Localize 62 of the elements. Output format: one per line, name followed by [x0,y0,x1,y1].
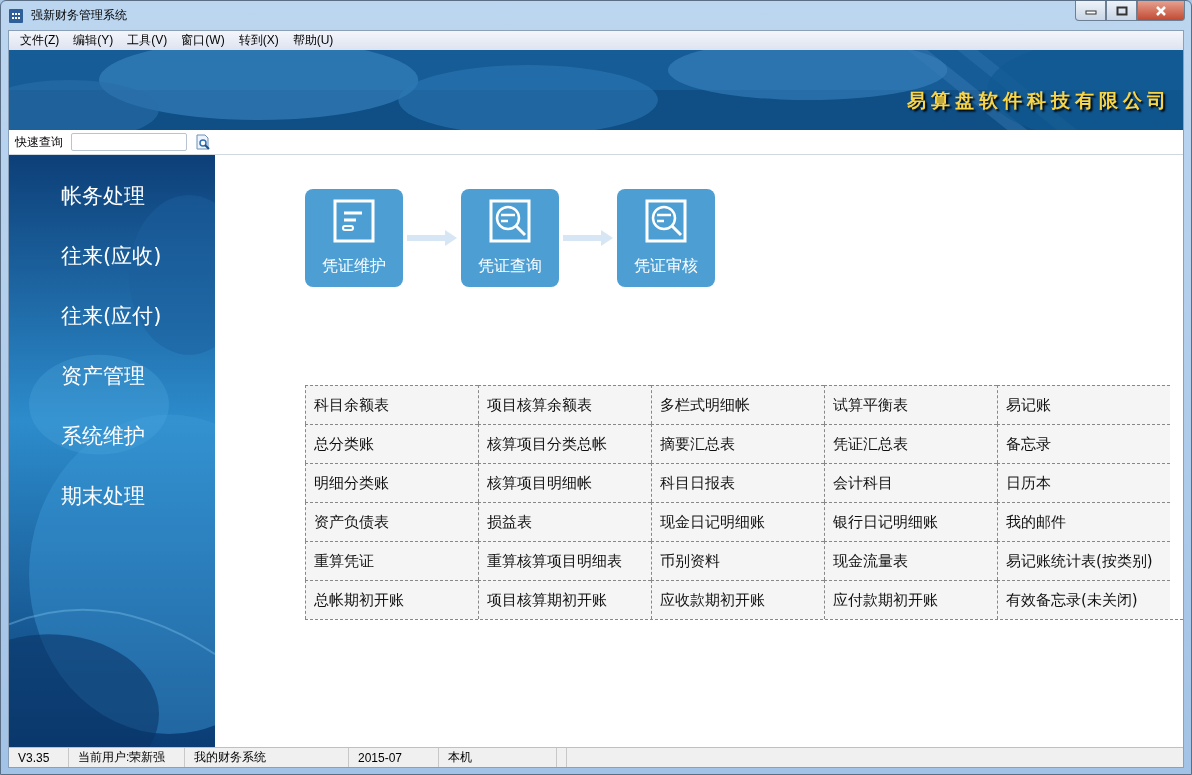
report-link[interactable]: 损益表 [478,502,651,541]
sidebar-item[interactable]: 帐务处理 [9,181,215,212]
report-link[interactable]: 摘要汇总表 [651,424,824,463]
sidebar-item[interactable]: 期末处理 [9,481,215,512]
document-search-icon [488,198,532,244]
report-link[interactable]: 总帐期初开账 [305,580,478,619]
document-search-icon [644,198,688,244]
report-link[interactable]: 应付款期初开账 [824,580,997,619]
minimize-button[interactable] [1075,1,1106,21]
close-icon [1155,5,1167,16]
menu-item[interactable]: 转到(X) [231,32,286,49]
report-link[interactable]: 应收款期初开账 [651,580,824,619]
report-link[interactable]: 凭证汇总表 [824,424,997,463]
report-link[interactable]: 会计科目 [824,463,997,502]
report-link[interactable]: 明细分类账 [305,463,478,502]
menu-item[interactable]: 窗口(W) [174,32,232,49]
status-cell: 我的财务系统 [185,748,349,767]
report-link[interactable]: 币别资料 [651,541,824,580]
report-link[interactable]: 科目余额表 [305,385,478,424]
status-cell: 2015-07 [349,748,439,767]
quick-search-label: 快速查询 [15,133,63,151]
report-link[interactable]: 银行日记明细账 [824,502,997,541]
report-link[interactable]: 总分类账 [305,424,478,463]
menu-item[interactable]: 文件(Z) [13,32,67,49]
report-link[interactable]: 重算核算项目明细表 [478,541,651,580]
report-link[interactable]: 备忘录 [997,424,1170,463]
arrow-icon [407,230,457,246]
maximize-button[interactable] [1106,1,1137,21]
report-link[interactable]: 核算项目明细帐 [478,463,651,502]
maximize-icon [1115,5,1128,16]
arrow-icon [563,230,613,246]
status-cell: V3.35 [9,748,69,767]
report-link[interactable]: 试算平衡表 [824,385,997,424]
menu-item[interactable]: 工具(V) [120,32,175,49]
window-title: 强新财务管理系统 [31,7,127,24]
report-link[interactable]: 资产负债表 [305,502,478,541]
status-cell: 当前用户:荣新强 [69,748,185,767]
report-link[interactable]: 重算凭证 [305,541,478,580]
report-link[interactable]: 日历本 [997,463,1170,502]
menu-item[interactable]: 编辑(Y) [66,32,121,49]
company-name: 易算盘软件科技有限公司 [907,88,1171,113]
report-link[interactable]: 核算项目分类总帐 [478,424,651,463]
document-icon [332,198,376,244]
report-link[interactable]: 现金流量表 [824,541,997,580]
app-icon [9,8,23,23]
sidebar-item[interactable]: 资产管理 [9,361,215,392]
report-link[interactable]: 项目核算余额表 [478,385,651,424]
report-link[interactable]: 多栏式明细帐 [651,385,824,424]
search-icon[interactable] [195,134,211,150]
search-field[interactable] [71,133,187,151]
report-link[interactable]: 易记账统计表(按类别) [997,541,1170,580]
report-link[interactable]: 项目核算期初开账 [478,580,651,619]
menu-item[interactable]: 帮助(U) [285,32,341,49]
sidebar-item[interactable]: 往来(应付) [9,301,215,332]
close-button[interactable] [1137,1,1185,21]
status-cell: 本机 [439,748,557,767]
report-link[interactable]: 科目日报表 [651,463,824,502]
report-link[interactable]: 易记账 [997,385,1170,424]
sidebar-item[interactable]: 往来(应收) [9,241,215,272]
report-link[interactable]: 我的邮件 [997,502,1170,541]
report-link[interactable]: 现金日记明细账 [651,502,824,541]
report-link[interactable]: 有效备忘录(未关闭) [997,580,1170,619]
